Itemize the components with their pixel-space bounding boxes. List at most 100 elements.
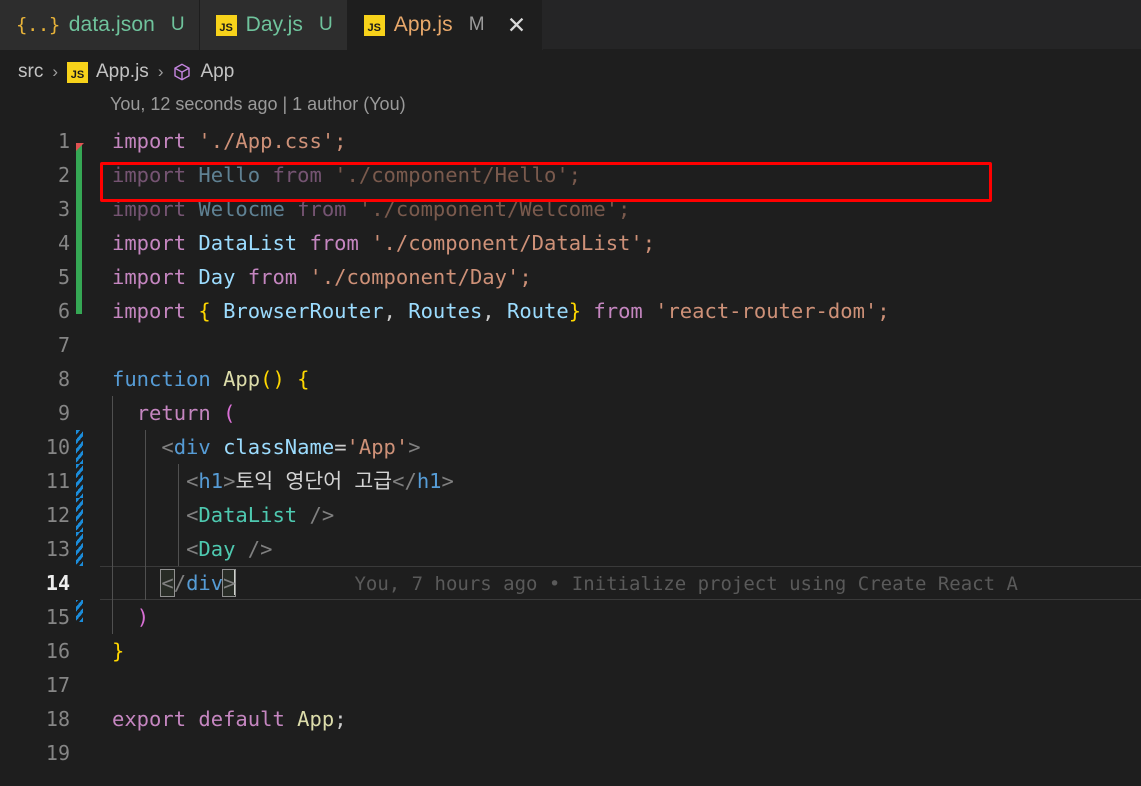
gutter-diff-marker[interactable] (70, 702, 100, 736)
token-keyword: import (112, 265, 187, 289)
code-text: import './App.css'; (100, 124, 1141, 158)
tab-git-status: U (319, 14, 333, 35)
code-line-13[interactable]: 13 <Day /> (0, 532, 1141, 566)
token-keyword: import (112, 163, 187, 187)
line-number: 1 (57, 129, 70, 153)
token-string: './App.css'; (198, 129, 347, 153)
gutter-diff-marker[interactable] (70, 396, 100, 430)
token-keyword: from (593, 299, 643, 323)
code-line-19[interactable]: 19 (0, 736, 1141, 770)
tab-data-json[interactable]: {..} data.json U (0, 0, 200, 50)
tab-app-js[interactable]: JS App.js M ✕ (347, 0, 543, 50)
code-line-7[interactable]: 7 (0, 328, 1141, 362)
token-identifier: Day (198, 265, 236, 289)
code-line-4[interactable]: 4 import DataList from './component/Data… (0, 226, 1141, 260)
gutter-diff-marker[interactable] (70, 260, 100, 294)
line-number: 12 (45, 503, 70, 527)
breadcrumb-label: App (200, 61, 235, 82)
gutter-diff-marker[interactable] (70, 124, 100, 158)
json-braces-icon: {..} (16, 13, 60, 36)
code-line-8[interactable]: 8 function App() { (0, 362, 1141, 396)
token-attribute: className (223, 435, 335, 459)
code-text: return ( (100, 396, 1141, 430)
code-line-2[interactable]: 2 import Hello from './component/Hello'; (0, 158, 1141, 192)
token-identifier: Hello (198, 163, 261, 187)
code-text: import Hello from './component/Hello'; (100, 158, 1141, 192)
breadcrumb-item-src[interactable]: src (18, 61, 43, 83)
gutter-diff-marker[interactable] (70, 634, 100, 668)
code-text: import { BrowserRouter, Routes, Route} f… (112, 299, 890, 323)
line-number: 9 (57, 401, 70, 425)
code-text: <Day /> (100, 532, 1141, 566)
code-line-6[interactable]: 6 import { BrowserRouter, Routes, Route}… (0, 294, 1141, 328)
close-icon[interactable]: ✕ (506, 13, 528, 36)
code-line-16[interactable]: 16 } (0, 634, 1141, 668)
token-string: './component/Welcome'; (358, 197, 631, 221)
token-keyword: from (272, 163, 322, 187)
gutter-diff-marker[interactable] (70, 736, 100, 770)
line-number: 5 (57, 265, 70, 289)
code-text: import DataList from './component/DataLi… (100, 226, 1141, 260)
gutter-diff-marker[interactable] (70, 600, 100, 634)
code-line-14[interactable]: 14 </div> You, 7 hours ago • Initialize p… (0, 566, 1141, 600)
token-string: './component/Day'; (309, 265, 532, 289)
gutter-diff-marker[interactable] (70, 430, 100, 464)
code-line-10[interactable]: 10 <div className='App'> (0, 430, 1141, 464)
token-identifier: BrowserRouter (223, 299, 384, 323)
inline-git-blame[interactable]: You, 7 hours ago • Initialize project us… (236, 573, 1017, 595)
line-number: 11 (45, 469, 70, 493)
code-line-3[interactable]: 3 import Welocme from './component/Welco… (0, 192, 1141, 226)
gutter-diff-marker[interactable] (70, 566, 100, 600)
token-function-name: App (223, 367, 261, 391)
bracket-match-close: > (222, 569, 237, 597)
token-keyword: function (112, 367, 211, 391)
code-text: export default App; (112, 707, 347, 731)
token-keyword: import (112, 231, 187, 255)
gutter-diff-marker[interactable] (70, 192, 100, 226)
code-line-1[interactable]: 1 import './App.css'; (0, 124, 1141, 158)
bracket-match-open: < (160, 569, 175, 597)
tab-day-js[interactable]: JS Day.js U (199, 0, 348, 50)
breadcrumb-label: src (18, 61, 44, 82)
js-file-icon: JS (363, 14, 385, 36)
token-identifier: DataList (198, 231, 298, 255)
gutter-diff-marker[interactable] (70, 294, 100, 328)
code-line-5[interactable]: 5 import Day from './component/Day'; (0, 260, 1141, 294)
line-number: 13 (45, 537, 70, 561)
gutter-diff-marker[interactable] (70, 362, 100, 396)
code-text: <DataList /> (100, 498, 1141, 532)
vscode-window: {..} data.json U JS Day.js U JS App.js M… (0, 0, 1141, 786)
gutter-diff-marker[interactable] (70, 464, 100, 498)
token-string: './component/Hello'; (334, 163, 582, 187)
line-number: 6 (57, 299, 70, 323)
token-string: './component/DataList'; (371, 231, 656, 255)
gutter-diff-marker[interactable] (70, 532, 100, 566)
token-keyword: default (198, 707, 285, 731)
code-editor[interactable]: 1 import './App.css'; 2 import Hello fro… (0, 124, 1141, 786)
breadcrumb-item-app-js[interactable]: JS App.js (67, 61, 149, 83)
code-line-15[interactable]: 15 ) (0, 600, 1141, 634)
token-keyword: from (247, 265, 298, 289)
token-keyword: import (112, 197, 187, 221)
code-line-11[interactable]: 11 <h1>토익 영단어 고급</h1> (0, 464, 1141, 498)
gutter-diff-marker[interactable] (70, 226, 100, 260)
tab-label: Day.js (245, 13, 304, 36)
breadcrumb-item-app-symbol[interactable]: App (172, 61, 234, 83)
token-component: Day (198, 537, 236, 561)
gutter-diff-marker[interactable] (70, 668, 100, 702)
code-line-9[interactable]: 9 return ( (0, 396, 1141, 430)
gutter-diff-marker[interactable] (70, 498, 100, 532)
code-line-17[interactable]: 17 (0, 668, 1141, 702)
code-line-12[interactable]: 12 <DataList /> (0, 498, 1141, 532)
code-line-18[interactable]: 18 export default App; (0, 702, 1141, 736)
gutter-diff-marker[interactable] (70, 158, 100, 192)
line-number: 17 (45, 673, 70, 697)
breadcrumb: src › JS App.js › App (0, 50, 1141, 94)
line-number: 19 (45, 741, 70, 765)
code-text: ) (100, 600, 1141, 634)
line-number: 16 (45, 639, 70, 663)
gutter-diff-marker[interactable] (70, 328, 100, 362)
token-identifier: App (297, 707, 335, 731)
